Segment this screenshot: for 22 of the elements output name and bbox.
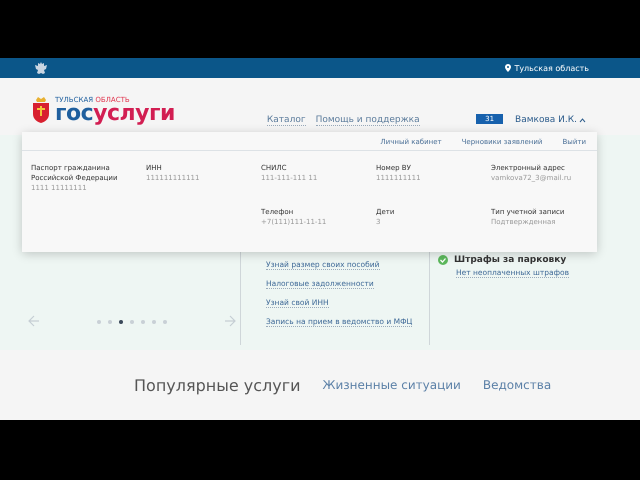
section-tab[interactable]: Ведомства: [482, 378, 552, 392]
carousel-dot[interactable]: [130, 320, 134, 324]
carousel-dot[interactable]: [163, 320, 167, 324]
caret-icon: [579, 118, 586, 122]
fines-title: Штрафы за парковку: [454, 255, 566, 265]
section-tab[interactable]: Популярные услуги: [134, 376, 301, 394]
carousel-dot[interactable]: [97, 320, 101, 324]
nav-link[interactable]: Помощь и поддержка: [316, 115, 420, 126]
logo-wordmark[interactable]: госуслуги: [55, 104, 175, 124]
crest-icon: [33, 60, 49, 76]
carousel-dot[interactable]: [108, 320, 112, 324]
region-link[interactable]: Тульская область: [514, 64, 589, 72]
section-tab[interactable]: Жизненные ситуации: [322, 378, 461, 392]
carousel-dot[interactable]: [152, 320, 156, 324]
user-menu[interactable]: Вамкова И.К.: [515, 115, 586, 125]
carousel-dot[interactable]: [119, 320, 123, 324]
carousel-dot[interactable]: [141, 320, 145, 324]
next-arrow-icon[interactable]: [224, 315, 236, 327]
nav-link[interactable]: Каталог: [266, 115, 306, 126]
previous-arrow-icon[interactable]: [28, 315, 40, 327]
coat-of-arms-icon: [32, 96, 50, 124]
location-pin-icon: [505, 64, 512, 72]
